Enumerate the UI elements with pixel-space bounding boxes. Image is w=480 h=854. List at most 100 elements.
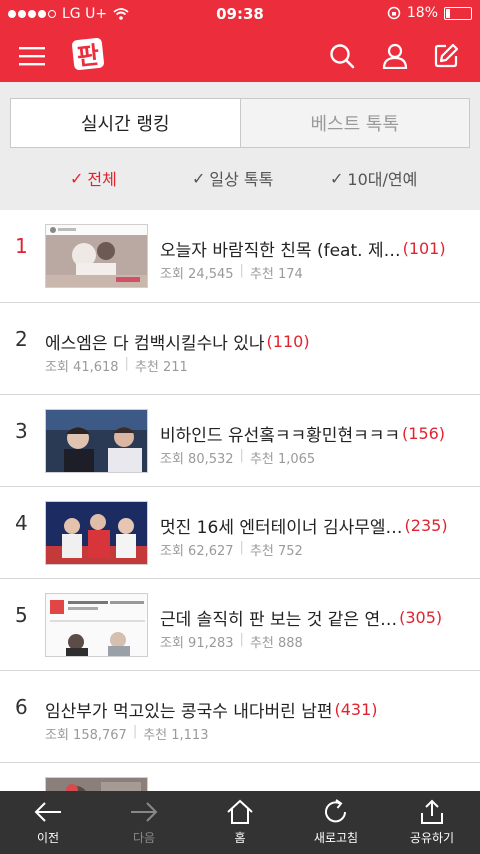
post-meta: 조회 24,545 | 추천 174 <box>160 263 303 282</box>
post-title: 근데 솔직히 판 보는 것 같은 연… <box>160 610 398 630</box>
meta-divider: | <box>239 448 244 463</box>
post-title-line: 에스엠은 다 컴백시킬수나 있나 (110) <box>45 329 470 354</box>
check-icon: ✓ <box>70 168 84 188</box>
refresh-icon <box>325 799 346 823</box>
filter-label: 전체 <box>87 170 117 189</box>
post-meta: 조회 80,532 | 추천 1,065 <box>160 448 315 467</box>
status-bar: LG U+ 09:38 18% <box>0 0 480 28</box>
forward-button[interactable]: 다음 <box>96 791 192 854</box>
post-title-line: 비하인드 유선홐ㅋㅋ황민현ㅋㅋㅋ (156) <box>160 421 470 446</box>
edit-icon <box>434 43 459 68</box>
meta-divider: | <box>239 263 244 278</box>
refresh-button[interactable]: 새로고침 <box>288 791 384 854</box>
view-count: 조회 24,545 <box>160 267 234 282</box>
share-icon <box>421 799 443 824</box>
meta-divider: | <box>239 632 244 647</box>
check-icon: ✓ <box>330 168 344 188</box>
post-thumbnail <box>45 224 148 288</box>
post-title: 오늘자 바람직한 친목 (feat. 제… <box>160 241 401 261</box>
view-count: 조회 80,532 <box>160 452 234 467</box>
svg-text:판: 판 <box>76 41 101 71</box>
pann-logo[interactable]: 판 <box>72 34 108 74</box>
view-count: 조회 41,618 <box>45 360 119 375</box>
toolbar-label: 다음 <box>132 831 156 845</box>
list-item[interactable]: 2 에스엠은 다 컴백시킬수나 있나 (110) 조회 41,618 | 추천 … <box>0 302 480 394</box>
filter-teen-entertainment[interactable]: ✓ 10대/연예 <box>330 166 417 190</box>
category-filters: ✓ 전체 ✓ 일상 톡톡 ✓ 10대/연예 <box>0 166 480 196</box>
arrow-right-icon <box>131 802 158 822</box>
rank-number: 6 <box>15 695 28 719</box>
post-title: 임산부가 먹고있는 콩국수 내다버린 남편 <box>45 702 333 722</box>
comment-count: (110) <box>266 332 310 351</box>
recommend-count: 추천 752 <box>249 544 303 559</box>
list-item[interactable]: 3 비하인드 유선홐ㅋㅋ황민현ㅋㅋㅋ (156) 조회 80,532 | 추천 … <box>0 394 480 486</box>
post-thumbnail <box>45 501 148 565</box>
status-right: 18% <box>387 5 472 21</box>
post-title: 비하인드 유선홐ㅋㅋ황민현ㅋㅋㅋ <box>160 426 401 446</box>
list-item[interactable]: 6 임산부가 먹고있는 콩국수 내다버린 남편 (431) 조회 158,767… <box>0 670 480 762</box>
comment-count: (101) <box>402 239 446 258</box>
ranking-list: 1 오늘자 바람직한 친목 (feat. 제… (101) 조회 24,545 … <box>0 210 480 791</box>
rank-number: 4 <box>15 511 28 535</box>
list-item[interactable]: 4 멋진 16세 엔터테이너 김사무엘… (235) 조회 62,627 | 추… <box>0 486 480 578</box>
battery-icon <box>444 6 472 20</box>
rank-number: 1 <box>15 234 28 258</box>
toolbar-label: 이전 <box>36 831 60 845</box>
tab-best-toktok[interactable]: 베스트 톡톡 <box>241 99 470 147</box>
post-title-line: 멋진 16세 엔터테이너 김사무엘… (235) <box>160 513 470 538</box>
home-icon <box>227 799 253 824</box>
user-icon <box>382 43 408 69</box>
rank-number: 5 <box>15 603 28 627</box>
list-item[interactable]: 7 <box>0 762 480 791</box>
recommend-count: 추천 211 <box>134 360 188 375</box>
meta-divider: | <box>132 724 138 739</box>
menu-button[interactable] <box>12 36 52 76</box>
post-title-line: 근데 솔직히 판 보는 것 같은 연… (305) <box>160 605 470 630</box>
recommend-count: 추천 1,065 <box>249 452 316 467</box>
write-button[interactable] <box>426 36 466 76</box>
home-button[interactable]: 홈 <box>192 791 288 854</box>
recommend-count: 추천 174 <box>249 267 303 282</box>
post-thumbnail <box>45 777 148 791</box>
post-title-line: 오늘자 바람직한 친목 (feat. 제… (101) <box>160 236 470 261</box>
browser-toolbar: 이전 다음 홈 새로고침 공유하기 <box>0 791 480 854</box>
post-meta: 조회 41,618 | 추천 211 <box>45 356 188 375</box>
comment-count: (431) <box>334 700 378 719</box>
tab-bar: 실시간 랭킹 베스트 톡톡 <box>10 98 470 148</box>
post-meta: 조회 62,627 | 추천 752 <box>160 540 303 559</box>
back-button[interactable]: 이전 <box>0 791 96 854</box>
ranking-controls: 실시간 랭킹 베스트 톡톡 ✓ 전체 ✓ 일상 톡톡 ✓ 10대/연예 <box>0 82 480 210</box>
post-title: 멋진 16세 엔터테이너 김사무엘… <box>160 518 403 538</box>
post-meta: 조회 91,283 | 추천 888 <box>160 632 303 651</box>
logo-icon: 판 <box>72 38 104 71</box>
view-count: 조회 158,767 <box>45 728 127 743</box>
view-count: 조회 62,627 <box>160 544 234 559</box>
view-count: 조회 91,283 <box>160 636 234 651</box>
post-thumbnail <box>45 409 148 473</box>
search-button[interactable] <box>322 36 362 76</box>
hamburger-icon <box>19 47 45 66</box>
check-icon: ✓ <box>192 168 206 188</box>
profile-button[interactable] <box>375 36 415 76</box>
meta-divider: | <box>124 356 129 371</box>
share-button[interactable]: 공유하기 <box>384 791 480 854</box>
search-icon <box>330 44 355 69</box>
comment-count: (156) <box>402 424 446 443</box>
post-meta: 조회 158,767 | 추천 1,113 <box>45 724 208 743</box>
meta-divider: | <box>239 540 244 555</box>
rank-number: 2 <box>15 327 28 351</box>
list-item[interactable]: 5 근데 솔직히 판 보는 것 같은 연… (305) 조회 91,283 | … <box>0 578 480 670</box>
toolbar-label: 새로고침 <box>313 831 359 845</box>
post-thumbnail <box>45 593 148 657</box>
toolbar-label: 홈 <box>234 831 246 845</box>
toolbar-label: 공유하기 <box>409 831 455 845</box>
recommend-count: 추천 1,113 <box>143 728 209 743</box>
recommend-count: 추천 888 <box>249 636 303 651</box>
filter-label: 일상 톡톡 <box>209 170 274 189</box>
rank-number: 3 <box>15 419 28 443</box>
filter-all[interactable]: ✓ 전체 <box>70 166 117 190</box>
tab-realtime-ranking[interactable]: 실시간 랭킹 <box>11 99 241 147</box>
list-item[interactable]: 1 오늘자 바람직한 친목 (feat. 제… (101) 조회 24,545 … <box>0 210 480 302</box>
post-title-line: 임산부가 먹고있는 콩국수 내다버린 남편 (431) <box>45 697 470 722</box>
filter-daily-toktok[interactable]: ✓ 일상 톡톡 <box>192 166 273 190</box>
